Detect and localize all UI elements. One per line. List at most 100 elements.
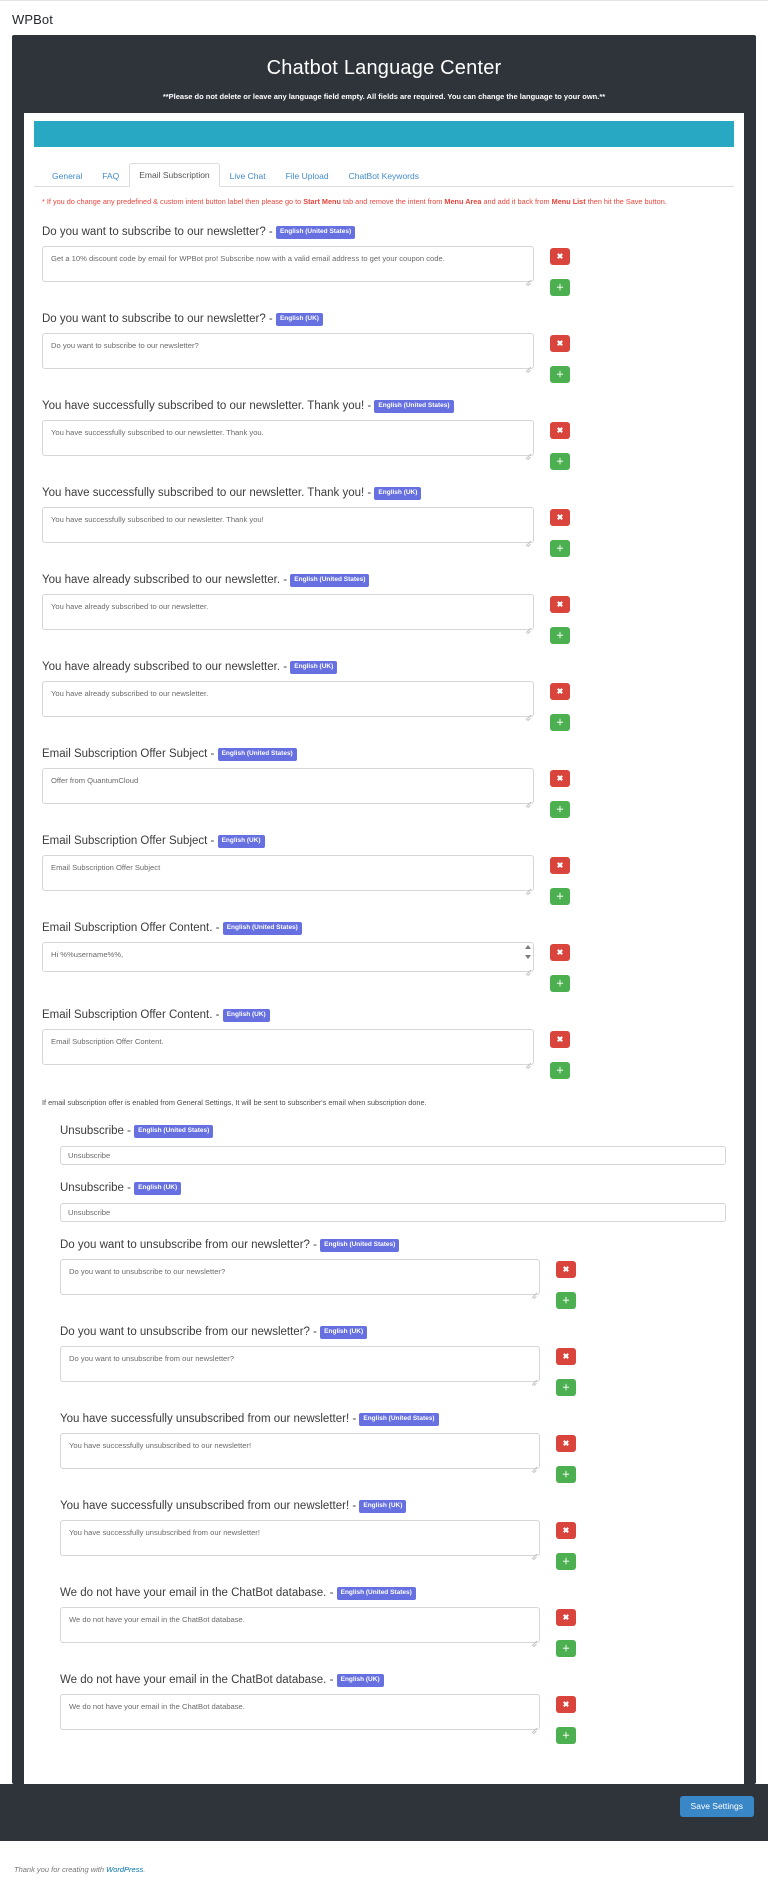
text-input-unsubscribe[interactable] [60, 1203, 726, 1222]
textarea-you-have-successfully-subscribed-to-our-news[interactable] [42, 420, 534, 456]
delete-row-button[interactable]: ✖ [550, 1031, 570, 1048]
field-row: ✖＋ [42, 594, 726, 644]
textarea-wrapper [42, 594, 534, 635]
delete-row-button[interactable]: ✖ [550, 248, 570, 265]
field-block-do-you-want-to-subscribe-to-our-newsletter-english-united-states: Do you want to subscribe to our newslett… [34, 225, 734, 296]
delete-row-button[interactable]: ✖ [550, 335, 570, 352]
textarea-wrapper [42, 333, 534, 374]
delete-row-button[interactable]: ✖ [556, 1696, 576, 1713]
add-row-button[interactable]: ＋ [556, 1553, 576, 1570]
warning-menu-list: Menu List [552, 197, 586, 206]
add-row-button[interactable]: ＋ [556, 1727, 576, 1744]
field-row: ✖＋ [42, 507, 726, 557]
text-input-unsubscribe[interactable] [60, 1146, 726, 1165]
add-row-button[interactable]: ＋ [556, 1640, 576, 1657]
field-label: Unsubscribe - English (UK) [60, 1181, 726, 1196]
field-label-text: We do not have your email in the ChatBot… [60, 1587, 326, 1599]
add-row-button[interactable]: ＋ [550, 627, 570, 644]
tab-email-subscription[interactable]: Email Subscription [129, 163, 219, 187]
textarea-you-have-successfully-unsubscribed-from-our-[interactable] [60, 1520, 540, 1556]
tab-faq[interactable]: FAQ [92, 164, 129, 187]
warning-menu-area: Menu Area [444, 197, 481, 206]
delete-row-button[interactable]: ✖ [556, 1348, 576, 1365]
textarea-you-have-already-subscribed-to-our-newslette[interactable] [42, 594, 534, 630]
row-action-buttons: ✖＋ [550, 768, 570, 818]
add-row-button[interactable]: ＋ [550, 1062, 570, 1079]
textarea-wrapper [42, 246, 534, 287]
textarea-wrapper [42, 1029, 534, 1070]
delete-row-button[interactable]: ✖ [556, 1522, 576, 1539]
row-action-buttons: ✖＋ [556, 1346, 576, 1396]
tab-general[interactable]: General [42, 164, 92, 187]
tab-file-upload[interactable]: File Upload [276, 164, 339, 187]
add-row-button[interactable]: ＋ [550, 975, 570, 992]
wordpress-link[interactable]: WordPress [106, 1865, 143, 1874]
delete-row-button[interactable]: ✖ [550, 596, 570, 613]
textarea-email-subscription-offer-content[interactable] [42, 942, 534, 972]
add-row-button[interactable]: ＋ [550, 801, 570, 818]
field-block-do-you-want-to-unsubscribe-from-our-newslett-english-uk: Do you want to unsubscribe from our news… [34, 1325, 734, 1396]
delete-row-button[interactable]: ✖ [556, 1435, 576, 1452]
field-label-text: You have successfully subscribed to our … [42, 487, 364, 499]
textarea-email-subscription-offer-subject[interactable] [42, 768, 534, 804]
field-label-text: Do you want to subscribe to our newslett… [42, 226, 266, 238]
textarea-you-have-successfully-unsubscribed-from-our-[interactable] [60, 1433, 540, 1469]
field-block-you-have-already-subscribed-to-our-newslette-english-uk: You have already subscribed to our newsl… [34, 660, 734, 731]
delete-row-button[interactable]: ✖ [550, 683, 570, 700]
textarea-you-have-already-subscribed-to-our-newslette[interactable] [42, 681, 534, 717]
field-label: You have successfully subscribed to our … [42, 399, 726, 414]
field-row: ✖＋ [42, 1029, 726, 1079]
field-row: ✖＋ [42, 420, 726, 470]
add-row-button[interactable]: ＋ [550, 453, 570, 470]
tab-bar: GeneralFAQEmail SubscriptionLive ChatFil… [34, 163, 734, 187]
row-action-buttons: ✖＋ [556, 1433, 576, 1483]
intent-warning-text: * If you do change any predefined & cust… [34, 187, 734, 209]
delete-row-button[interactable]: ✖ [550, 770, 570, 787]
row-action-buttons: ✖＋ [556, 1520, 576, 1570]
textarea-do-you-want-to-unsubscribe-from-our-newslett[interactable] [60, 1259, 540, 1295]
delete-row-button[interactable]: ✖ [556, 1261, 576, 1278]
language-badge: English (United States) [134, 1125, 213, 1138]
field-label: Email Subscription Offer Subject - Engli… [42, 747, 726, 762]
textarea-email-subscription-offer-subject[interactable] [42, 855, 534, 891]
textarea-do-you-want-to-subscribe-to-our-newsletter[interactable] [42, 246, 534, 282]
textarea-you-have-successfully-subscribed-to-our-news[interactable] [42, 507, 534, 543]
delete-row-button[interactable]: ✖ [556, 1609, 576, 1626]
field-label: Email Subscription Offer Content. - Engl… [42, 1008, 726, 1023]
add-row-button[interactable]: ＋ [550, 366, 570, 383]
save-settings-button[interactable]: Save Settings [680, 1796, 754, 1817]
delete-row-button[interactable]: ✖ [550, 509, 570, 526]
delete-row-button[interactable]: ✖ [550, 422, 570, 439]
textarea-wrapper [60, 1433, 540, 1474]
add-row-button[interactable]: ＋ [556, 1379, 576, 1396]
label-separator: - [364, 487, 374, 499]
textarea-email-subscription-offer-content[interactable] [42, 1029, 534, 1065]
add-row-button[interactable]: ＋ [550, 888, 570, 905]
row-action-buttons: ✖＋ [550, 246, 570, 296]
label-separator: - [349, 1500, 359, 1512]
textarea-we-do-not-have-your-email-in-the-chatbot-dat[interactable] [60, 1694, 540, 1730]
field-label: Email Subscription Offer Content. - Engl… [42, 921, 726, 936]
add-row-button[interactable]: ＋ [556, 1292, 576, 1309]
add-row-button[interactable]: ＋ [550, 540, 570, 557]
tab-live-chat[interactable]: Live Chat [220, 164, 276, 187]
field-label-text: Unsubscribe [60, 1182, 124, 1194]
add-row-button[interactable]: ＋ [550, 279, 570, 296]
language-badge: English (UK) [223, 1009, 270, 1022]
label-separator: - [280, 661, 290, 673]
textarea-do-you-want-to-subscribe-to-our-newsletter[interactable] [42, 333, 534, 369]
field-block-email-subscription-offer-content-english-uk: Email Subscription Offer Content. - Engl… [34, 1008, 734, 1079]
textarea-we-do-not-have-your-email-in-the-chatbot-dat[interactable] [60, 1607, 540, 1643]
unsubscribe-fields-area: Unsubscribe - English (United States) Uns… [34, 1124, 734, 1744]
label-separator: - [364, 400, 374, 412]
label-separator: - [207, 748, 217, 760]
add-row-button[interactable]: ＋ [550, 714, 570, 731]
delete-row-button[interactable]: ✖ [550, 857, 570, 874]
add-row-button[interactable]: ＋ [556, 1466, 576, 1483]
field-block-you-have-successfully-unsubscribed-from-our--english-uk: You have successfully unsubscribed from … [34, 1499, 734, 1570]
tab-chatbot-keywords[interactable]: ChatBot Keywords [339, 164, 429, 187]
delete-row-button[interactable]: ✖ [550, 944, 570, 961]
row-action-buttons: ✖＋ [550, 1029, 570, 1079]
textarea-wrapper [60, 1520, 540, 1561]
textarea-do-you-want-to-unsubscribe-from-our-newslett[interactable] [60, 1346, 540, 1382]
